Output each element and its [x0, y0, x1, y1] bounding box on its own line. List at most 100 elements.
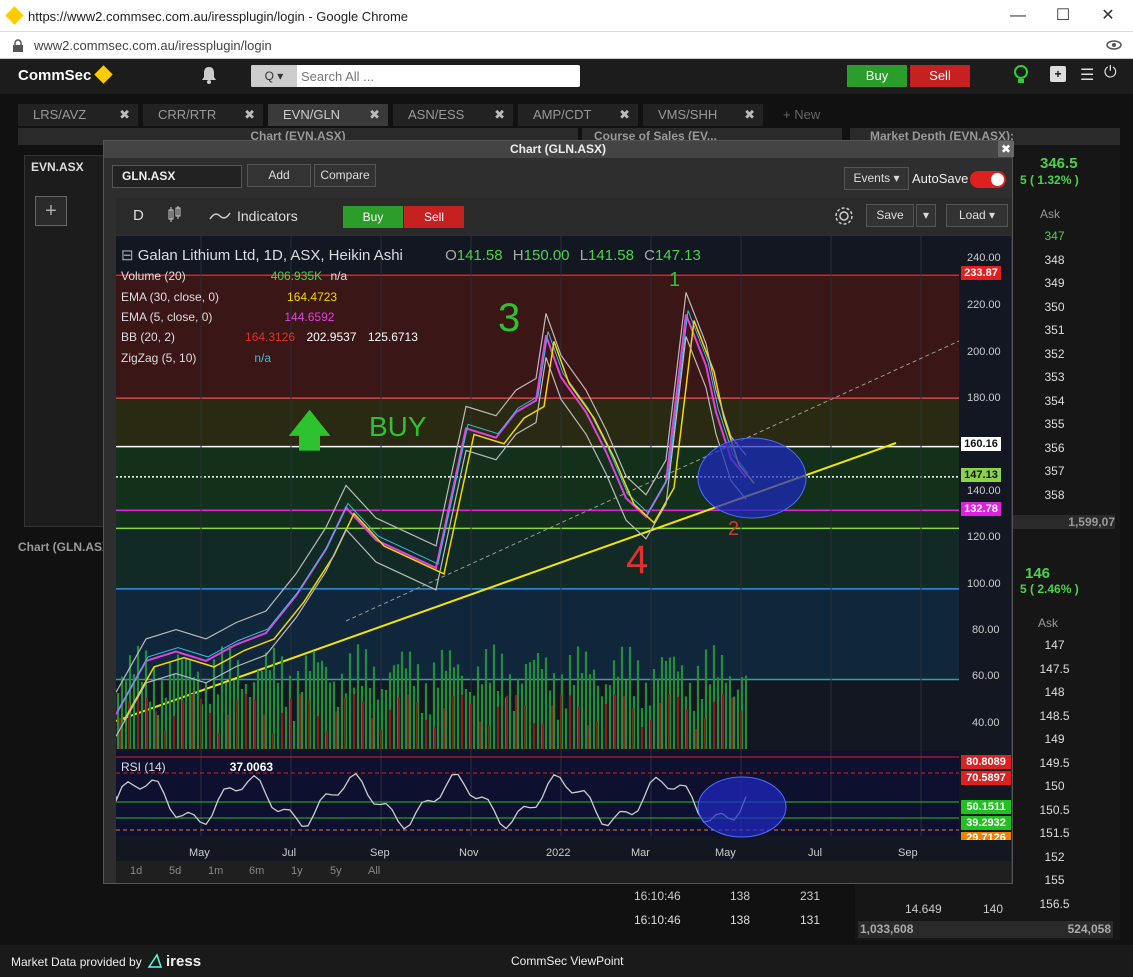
add-icon[interactable]: + [1050, 66, 1066, 82]
tab-label: CRR/RTR [158, 107, 217, 122]
legend-bb-value-3: 125.6713 [367, 330, 418, 344]
buy-button[interactable]: Buy [847, 65, 907, 87]
close-icon[interactable]: ✖ [619, 104, 630, 126]
legend-zigzag: ZigZag (5, 10) n/a [121, 351, 271, 365]
indicators-icon [209, 212, 231, 220]
price-axis-label: 80.00 [972, 624, 1000, 636]
maximize-button[interactable]: ☐ [1053, 6, 1073, 26]
autosave-label: AutoSave [912, 171, 969, 186]
indicators-button[interactable]: Indicators [237, 208, 298, 224]
legend-title: Galan Lithium Ltd, 1D, ASX, Heikin Ashi [137, 247, 403, 264]
highlight-ellipse [697, 437, 807, 519]
ask-header: Ask [1040, 207, 1061, 221]
interval-button[interactable]: D [133, 207, 144, 224]
bell-icon[interactable] [200, 65, 218, 85]
range-5y[interactable]: 5y [330, 865, 342, 877]
close-icon[interactable]: ✖ [119, 104, 130, 126]
tab-evn-gln[interactable]: EVN/GLN ✖ [268, 104, 388, 126]
close-icon[interactable]: ✖ [244, 104, 255, 126]
depth-change-2: 5 ( 2.46% ) [1020, 582, 1079, 596]
chart-sell-button[interactable]: Sell [404, 206, 464, 228]
sales-time: 16:10:46 [634, 913, 681, 927]
buy-arrow-icon: 🡅 [288, 407, 332, 454]
ask-price: 149 [1044, 732, 1065, 746]
address-bar[interactable]: www2.commsec.com.au/iressplugin/login [0, 32, 1133, 59]
save-button[interactable]: Save [866, 204, 914, 227]
save-options-chevron-icon[interactable]: ▾ [916, 204, 936, 227]
settings-gear-icon[interactable] [834, 206, 854, 226]
compare-button[interactable]: Compare [314, 164, 376, 187]
ask-price: 353 [1044, 370, 1065, 384]
close-icon[interactable]: ✖ [369, 104, 380, 126]
depth-value: 140 [983, 902, 1004, 916]
chart-gln-panel-tab[interactable]: Chart (GLN.ASX) [18, 540, 114, 554]
chart-plot-area[interactable]: ⊟ Galan Lithium Ltd, 1D, ASX, Heikin Ash… [116, 236, 1011, 861]
footer-viewpoint: CommSec ViewPoint [511, 954, 624, 968]
load-dropdown[interactable]: Load ▾ [946, 204, 1008, 227]
workspace-tabs: LRS/AVZ ✖ CRR/RTR ✖ EVN/GLN ✖ ASN/ESS ✖ AMP/… [18, 104, 858, 126]
new-tab-button[interactable]: + New [768, 104, 848, 126]
time-axis-label: Mar [631, 847, 650, 859]
range-6m[interactable]: 6m [249, 865, 264, 877]
close-button[interactable]: ✕ [1098, 6, 1118, 26]
ask-price: 348 [1044, 252, 1065, 267]
legend-bb-value-2: 202.9537 [306, 330, 357, 344]
menu-icon[interactable]: ☰ [1080, 65, 1094, 85]
legend-zigzag-value: n/a [254, 351, 272, 365]
sell-button[interactable]: Sell [910, 65, 970, 87]
tab-amp-cdt[interactable]: AMP/CDT ✖ [518, 104, 638, 126]
tab-vms-shh[interactable]: VMS/SHH ✖ [643, 104, 763, 126]
search-type-button[interactable]: Q ▾ [251, 65, 297, 87]
candles-icon[interactable] [166, 205, 182, 225]
ask-price: 347 [1044, 229, 1065, 243]
crosshair-tool-icon[interactable]: + [35, 196, 67, 226]
ask-price: 152 [1044, 849, 1065, 864]
depth-total-b: 524,058 [1067, 922, 1111, 936]
ohlc-c-value: 147.13 [654, 247, 701, 264]
time-axis-label: Sep [370, 847, 390, 859]
price-axis-label: 40.00 [972, 717, 1000, 729]
eye-icon[interactable] [1106, 40, 1122, 50]
range-5d[interactable]: 5d [169, 865, 181, 877]
url-text[interactable]: www2.commsec.com.au/iressplugin/login [34, 38, 272, 53]
range-all[interactable]: All [368, 865, 380, 877]
add-button[interactable]: Add [247, 164, 311, 187]
ohlc-o-label: O [445, 247, 457, 264]
tab-lrs-avz[interactable]: LRS/AVZ ✖ [18, 104, 138, 126]
autosave-toggle[interactable] [970, 171, 1006, 188]
rsi-level-label: 29.7126 [961, 832, 1011, 840]
symbol-input[interactable]: GLN.ASX [112, 165, 242, 188]
range-1m[interactable]: 1m [208, 865, 223, 877]
lightbulb-icon[interactable] [1012, 64, 1030, 86]
chart-window-title[interactable]: Chart (GLN.ASX) [104, 141, 1012, 158]
legend-zigzag-label: ZigZag (5, 10) [121, 351, 197, 365]
price-label-low: 132.78 [961, 502, 1001, 516]
collapse-icon[interactable]: ⊟ [121, 247, 138, 264]
legend-ema5-label: EMA (5, close, 0) [121, 310, 213, 324]
chart-window-close-icon[interactable]: ✖ [998, 141, 1014, 157]
close-icon[interactable]: ✖ [744, 104, 755, 126]
ohlc-o-value: 141.58 [456, 247, 503, 264]
search-input[interactable] [301, 67, 571, 85]
zone-teal [116, 528, 959, 589]
search-box[interactable]: Q ▾ [251, 65, 580, 87]
time-axis-label: 2022 [546, 847, 571, 859]
time-axis-label: Sep [898, 847, 918, 859]
close-icon[interactable]: ✖ [494, 104, 505, 126]
rsi-level-label: 80.8089 [961, 755, 1011, 769]
power-icon[interactable]: ⏻ [1104, 64, 1117, 82]
ohlc-h-label: H [512, 247, 524, 264]
chart-buy-button[interactable]: Buy [343, 206, 403, 228]
legend-ema30-label: EMA (30, close, 0) [121, 290, 220, 304]
time-axis-label: May [715, 847, 736, 859]
zone-olive [116, 398, 959, 447]
tab-asn-ess[interactable]: ASN/ESS ✖ [393, 104, 513, 126]
range-1y[interactable]: 1y [291, 865, 303, 877]
minimize-button[interactable]: — [1008, 6, 1028, 26]
tab-crr-rtr[interactable]: CRR/RTR ✖ [143, 104, 263, 126]
wave-1-label: 1 [669, 269, 681, 291]
wave-3-label: 3 [498, 296, 521, 340]
range-1d[interactable]: 1d [130, 865, 142, 877]
events-dropdown[interactable]: Events ▾ [844, 167, 909, 190]
depth-change: 5 ( 1.32% ) [1020, 173, 1079, 187]
